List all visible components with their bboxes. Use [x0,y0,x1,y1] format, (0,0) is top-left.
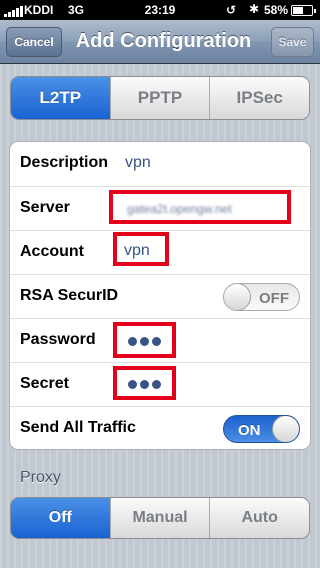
account-label: Account [20,243,84,260]
account-field[interactable]: vpn [124,242,150,260]
account-row[interactable]: Account vpn [10,230,310,274]
cancel-button[interactable]: Cancel [6,27,62,57]
server-label: Server [20,199,70,216]
secret-row[interactable]: Secret [10,362,310,406]
save-button[interactable]: Save [271,27,314,57]
toggle-knob [224,284,251,310]
battery-icon [291,5,316,16]
segment-proxy-auto[interactable]: Auto [209,498,309,538]
page-title: Add Configuration [75,30,252,52]
rsa-securid-toggle[interactable]: OFF [223,283,300,311]
toggle-knob [272,416,299,442]
password-field[interactable] [128,337,161,346]
vpn-settings-group: Description vpn Server gatea2t.opengw.ne… [9,141,311,450]
status-bar: KDDI 3G 23:19 ↺ ✱ 58% [0,0,320,20]
rsa-securid-row: RSA SecurID OFF [10,274,310,318]
battery-percent: 58% [264,3,289,17]
server-row[interactable]: Server gatea2t.opengw.net [10,186,310,230]
secret-field[interactable] [128,380,161,389]
segment-proxy-manual[interactable]: Manual [109,498,210,538]
segment-proxy-off[interactable]: Off [11,498,110,538]
send-all-traffic-label: Send All Traffic [20,419,136,436]
server-field[interactable]: gatea2t.opengw.net [127,202,232,216]
toggle-state-text: ON [238,422,261,439]
description-row[interactable]: Description vpn [10,142,310,186]
description-field[interactable]: vpn [125,154,151,172]
vpn-type-segmented-control: L2TP PPTP IPSec [10,76,310,120]
bluetooth-icon: ✱ [249,2,260,16]
send-all-traffic-row: Send All Traffic ON [10,406,310,449]
toggle-state-text: OFF [259,290,289,307]
segment-ipsec[interactable]: IPSec [209,77,309,119]
segment-l2tp[interactable]: L2TP [11,77,110,119]
rsa-securid-label: RSA SecurID [20,287,119,304]
description-label: Description [20,154,109,171]
lock-rotation-icon: ↺ [226,3,237,17]
battery-fill [293,7,304,14]
proxy-section-label: Proxy [20,469,61,486]
send-all-traffic-toggle[interactable]: ON [223,415,300,443]
segment-pptp[interactable]: PPTP [109,77,210,119]
secret-label: Secret [20,375,69,392]
proxy-segmented-control: Off Manual Auto [10,497,310,539]
password-row[interactable]: Password [10,318,310,362]
password-label: Password [20,331,96,348]
navigation-bar: Cancel Add Configuration Save [0,20,320,64]
